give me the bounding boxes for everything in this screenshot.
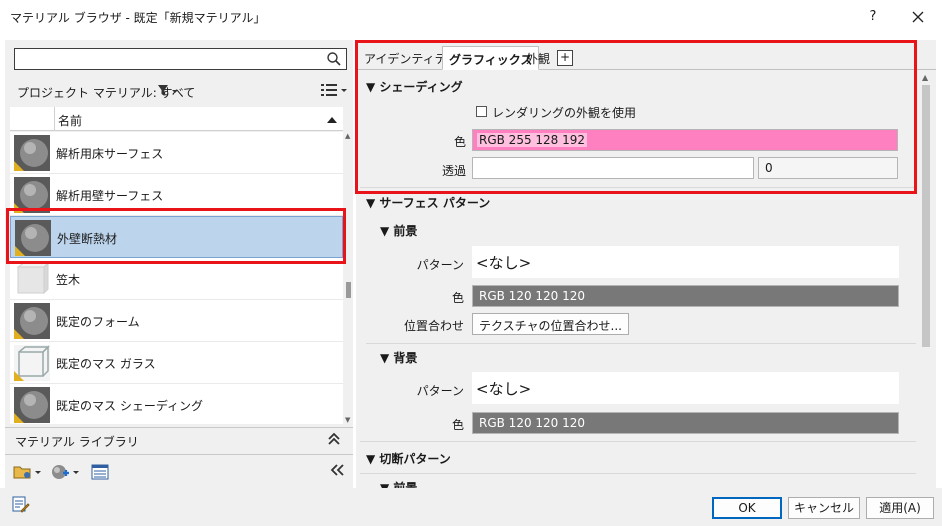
list-item[interactable]: 既定のフォーム	[10, 300, 343, 342]
title-bar: マテリアル ブラウザ - 既定「新規マテリアル」 ?	[0, 0, 942, 34]
divider	[360, 441, 916, 442]
fg-align-label: 位置合わせ	[403, 319, 464, 333]
filter-row: プロジェクト マテリアル: すべて	[5, 78, 353, 106]
material-glass-thumbnail-icon	[14, 345, 50, 381]
cut-pattern-heading: 切断パターン	[379, 452, 451, 466]
cut-pattern-section-toggle[interactable]: ▼ 切断パターン	[366, 450, 451, 467]
material-list: 解析用床サーフェス 解析用壁サーフェス 外壁断熱材 笠木 既定のフォーム 既定の…	[10, 132, 343, 424]
fg-color-label: 色	[451, 291, 464, 305]
fg-pattern-label: パターン	[416, 258, 464, 272]
highlight-shading-section	[355, 40, 917, 194]
material-list-scrollbar[interactable]: ▲ ▼	[344, 132, 353, 424]
close-button[interactable]	[906, 5, 930, 29]
column-divider	[54, 107, 55, 131]
bg-color-value: RGB 120 120 120	[479, 416, 586, 430]
cancel-button[interactable]: キャンセル	[788, 497, 860, 519]
surface-background-heading: 背景	[393, 351, 418, 365]
surface-foreground-toggle[interactable]: ▼ 前景	[380, 222, 417, 239]
list-item[interactable]: 既定のマス ガラス	[10, 342, 343, 384]
apply-button[interactable]: 適用(A)	[866, 497, 934, 519]
scrollbar-thumb[interactable]	[346, 282, 351, 298]
material-name: 解析用壁サーフェス	[56, 189, 164, 203]
divider	[360, 473, 916, 474]
edit-material-icon[interactable]	[12, 496, 30, 517]
help-button[interactable]: ?	[862, 6, 884, 28]
fg-pattern-selector[interactable]: <なし>	[472, 246, 899, 278]
list-view-icon[interactable]	[320, 82, 348, 101]
search-row	[5, 40, 353, 76]
sort-ascending-icon[interactable]	[327, 113, 337, 127]
surface-background-toggle[interactable]: ▼ 背景	[380, 349, 417, 366]
material-name: 笠木	[56, 273, 81, 287]
close-icon	[912, 11, 924, 23]
open-library-icon[interactable]	[13, 463, 43, 484]
search-input[interactable]	[14, 48, 347, 70]
properties-scrollbar[interactable]: ▲	[919, 71, 933, 488]
material-sphere-thumbnail-icon	[14, 303, 50, 339]
cut-foreground-toggle[interactable]: ▼ 前景	[380, 479, 417, 488]
scroll-down-arrow-icon[interactable]: ▼	[345, 416, 350, 424]
cut-foreground-heading: 前景	[393, 481, 418, 488]
scroll-up-arrow-icon[interactable]: ▲	[345, 132, 350, 140]
surface-pattern-heading: サーフェス パターン	[379, 196, 491, 210]
surface-pattern-section-toggle[interactable]: ▼ サーフェス パターン	[366, 194, 490, 211]
list-item[interactable]: 既定のマス シェーディング	[10, 384, 343, 424]
material-sphere-thumbnail-icon	[14, 387, 50, 423]
window-title: マテリアル ブラウザ - 既定「新規マテリアル」	[10, 11, 266, 25]
highlight-selected-material	[6, 208, 346, 264]
bg-color-swatch[interactable]: RGB 120 120 120	[472, 412, 899, 434]
list-header: 名前	[10, 107, 343, 131]
scrollbar-thumb[interactable]	[922, 85, 930, 347]
filter-funnel-icon[interactable]	[157, 84, 179, 101]
divider	[366, 343, 916, 344]
create-material-icon[interactable]	[51, 463, 81, 484]
material-cube-thumbnail-icon	[14, 261, 50, 297]
list-item[interactable]: 解析用床サーフェス	[10, 132, 343, 174]
surface-foreground-heading: 前景	[393, 224, 418, 238]
fg-color-swatch[interactable]: RGB 120 120 120	[472, 285, 899, 307]
dialog-footer: OK キャンセル 適用(A)	[0, 488, 942, 526]
material-name: 既定のマス シェーディング	[56, 399, 203, 413]
search-icon[interactable]	[326, 51, 342, 67]
material-name: 既定のマス ガラス	[56, 357, 156, 371]
ok-button[interactable]: OK	[712, 497, 782, 519]
material-name: 既定のフォーム	[56, 315, 140, 329]
bg-color-label: 色	[451, 418, 464, 432]
material-editor-icon[interactable]	[91, 463, 109, 484]
scroll-up-arrow-icon[interactable]: ▲	[922, 73, 928, 82]
material-name: 解析用床サーフェス	[56, 147, 164, 161]
bg-pattern-selector[interactable]: <なし>	[472, 372, 899, 404]
fg-color-value: RGB 120 120 120	[479, 289, 586, 303]
material-sphere-thumbnail-icon	[14, 135, 50, 171]
material-library-bar: マテリアル ライブラリ	[5, 427, 353, 453]
texture-align-button[interactable]: テクスチャの位置合わせ...	[472, 313, 629, 335]
material-browser-panel: プロジェクト マテリアル: すべて 名前 解析用床サーフェス 解析用壁サーフェス	[5, 40, 353, 488]
list-item[interactable]: 笠木	[10, 258, 343, 300]
collapse-up-icon[interactable]	[327, 431, 341, 450]
material-library-label: マテリアル ライブラリ	[15, 435, 139, 449]
collapse-left-icon[interactable]	[329, 463, 345, 480]
bg-pattern-label: パターン	[416, 384, 464, 398]
name-column-header[interactable]: 名前	[58, 112, 82, 129]
library-toolbar	[5, 454, 353, 488]
